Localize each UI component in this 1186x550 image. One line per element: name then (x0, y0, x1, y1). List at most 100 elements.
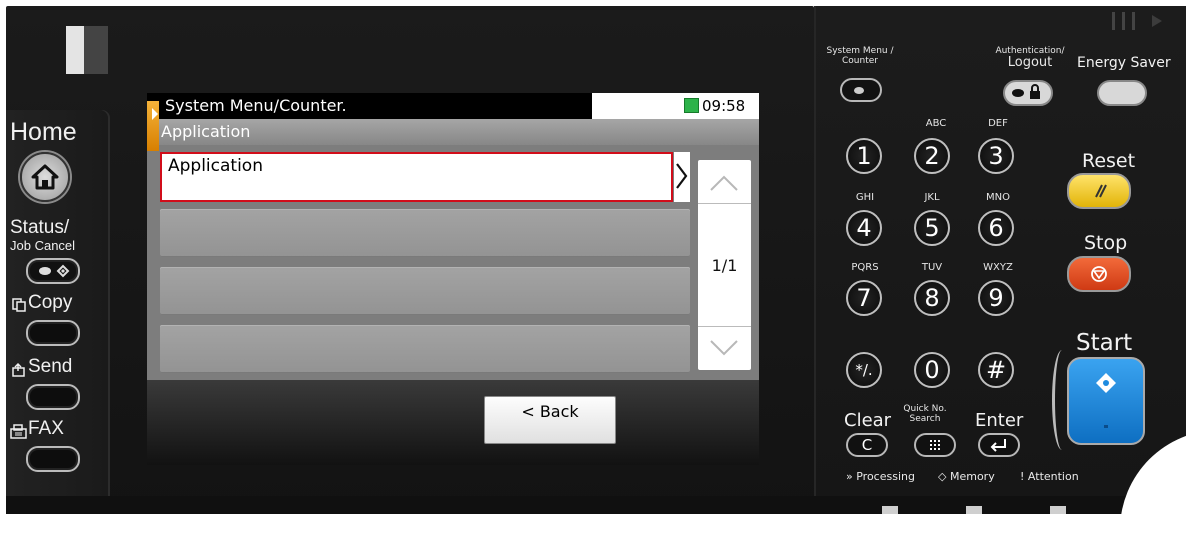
chevron-right-icon (676, 163, 688, 189)
clear-c-icon: C (861, 436, 873, 454)
auth-logout-label: Authentication/ Logout (980, 46, 1080, 70)
status-icon (39, 264, 70, 278)
start-diamond-icon (1096, 373, 1116, 428)
screen-title-bar: System Menu/Counter. (147, 93, 592, 119)
list-item-empty[interactable] (160, 325, 690, 373)
key-3-letters: DEF (988, 118, 1008, 129)
processing-icon: » (846, 470, 853, 483)
system-menu-label-line2: Counter (842, 56, 878, 66)
status-label: Status/ (10, 217, 70, 238)
status-job-cancel-button[interactable] (26, 258, 80, 284)
job-cancel-label: Job Cancel (10, 238, 76, 253)
reset-label: Reset (1082, 150, 1136, 172)
breadcrumb-arrow-icon (152, 108, 158, 120)
energy-saver-label: Energy Saver (1077, 55, 1171, 71)
system-menu-label-line1: System Menu / (826, 46, 894, 56)
auth-label-line2: Logout (1007, 55, 1053, 70)
key-9-letters: WXYZ (983, 262, 1013, 273)
copy-button[interactable] (26, 320, 80, 346)
quick-search-label: Quick No. Search (898, 404, 952, 424)
scroll-down-button[interactable] (698, 326, 751, 370)
clear-label: Clear (844, 410, 892, 431)
fax-button[interactable] (26, 446, 80, 472)
reset-slash-icon (1095, 184, 1107, 198)
clock-time: 09:58 (702, 97, 746, 115)
auth-logout-button[interactable] (1003, 80, 1053, 106)
quick-search-line2: Search (909, 414, 941, 424)
key-0[interactable]: 0 (914, 352, 950, 388)
panel-indicator-housing (84, 26, 108, 74)
list-item-empty[interactable] (160, 267, 690, 315)
back-button[interactable]: < Back (484, 396, 616, 444)
reset-button[interactable] (1067, 173, 1131, 209)
status-ok-icon (684, 98, 699, 113)
panel-slot (1112, 12, 1115, 30)
key-6-letters: MNO (986, 192, 1010, 203)
processing-label: Processing (856, 470, 915, 483)
list-item-chevron[interactable] (674, 152, 690, 202)
screen-subtitle-bar: Application (147, 119, 759, 145)
list-item-label: Application (168, 156, 263, 176)
stop-icon (1091, 266, 1107, 282)
page-indicator: 1/1 (711, 256, 738, 275)
status-clock-bar: 09:58 (592, 93, 759, 119)
start-label: Start (1076, 330, 1133, 356)
panel-indicator-light (66, 26, 84, 74)
quick-search-line1: Quick No. (903, 404, 947, 414)
key-asterisk[interactable]: */. (846, 352, 882, 388)
copy-label: Copy (28, 292, 73, 313)
key-6[interactable]: 6 (978, 210, 1014, 246)
start-button[interactable] (1067, 357, 1145, 445)
key-9[interactable]: 9 (978, 280, 1014, 316)
key-8-letters: TUV (921, 262, 943, 273)
key-2[interactable]: 2 (914, 138, 950, 174)
stop-button[interactable] (1067, 256, 1131, 292)
slot-arrow-icon (1152, 15, 1162, 27)
screen-footer (147, 380, 759, 465)
send-label: Send (28, 356, 73, 377)
stop-label: Stop (1084, 232, 1128, 254)
panel-foot (882, 506, 898, 514)
fax-icon (10, 424, 30, 442)
moon-icon (1117, 86, 1125, 100)
chevron-down-icon (710, 340, 738, 356)
key-8[interactable]: 8 (914, 280, 950, 316)
screen-title: System Menu/Counter. (165, 96, 347, 115)
home-icon (31, 164, 59, 190)
system-menu-button[interactable] (840, 78, 882, 102)
panel-slot (1132, 12, 1135, 30)
panel-slot (1122, 12, 1125, 30)
clear-button[interactable]: C (846, 433, 888, 457)
key-hash[interactable]: # (978, 352, 1014, 388)
key-1[interactable]: 1 (846, 138, 882, 174)
attention-label: Attention (1027, 470, 1079, 483)
key-2-letters: ABC (925, 118, 947, 129)
system-menu-label: System Menu / Counter (815, 46, 905, 66)
panel-foot (1050, 506, 1066, 514)
send-icon (11, 362, 29, 380)
memory-label: Memory (949, 470, 995, 483)
home-label: Home (10, 118, 77, 146)
keypad-grid-icon (930, 440, 940, 450)
key-7[interactable]: 7 (846, 280, 882, 316)
scroll-up-button[interactable] (698, 160, 751, 204)
memory-icon: ◇ (938, 470, 947, 483)
enter-return-icon (990, 439, 1006, 452)
attention-icon: ! (1020, 470, 1025, 483)
key-7-letters: PQRS (851, 262, 879, 273)
key-5-letters: JKL (924, 192, 940, 203)
list-item-empty[interactable] (160, 209, 690, 257)
key-4[interactable]: 4 (846, 210, 882, 246)
enter-label: Enter (975, 410, 1024, 431)
send-button[interactable] (26, 384, 80, 410)
quick-search-button[interactable] (914, 433, 956, 457)
energy-saver-button[interactable] (1097, 80, 1147, 106)
screen-subtitle: Application (161, 122, 251, 141)
home-button[interactable] (20, 152, 70, 202)
key-3[interactable]: 3 (978, 138, 1014, 174)
key-5[interactable]: 5 (914, 210, 950, 246)
key-4-letters: GHI (855, 192, 875, 203)
enter-button[interactable] (978, 433, 1020, 457)
processing-indicator: » Processing (846, 470, 915, 483)
memory-indicator: ◇ Memory (938, 470, 995, 483)
